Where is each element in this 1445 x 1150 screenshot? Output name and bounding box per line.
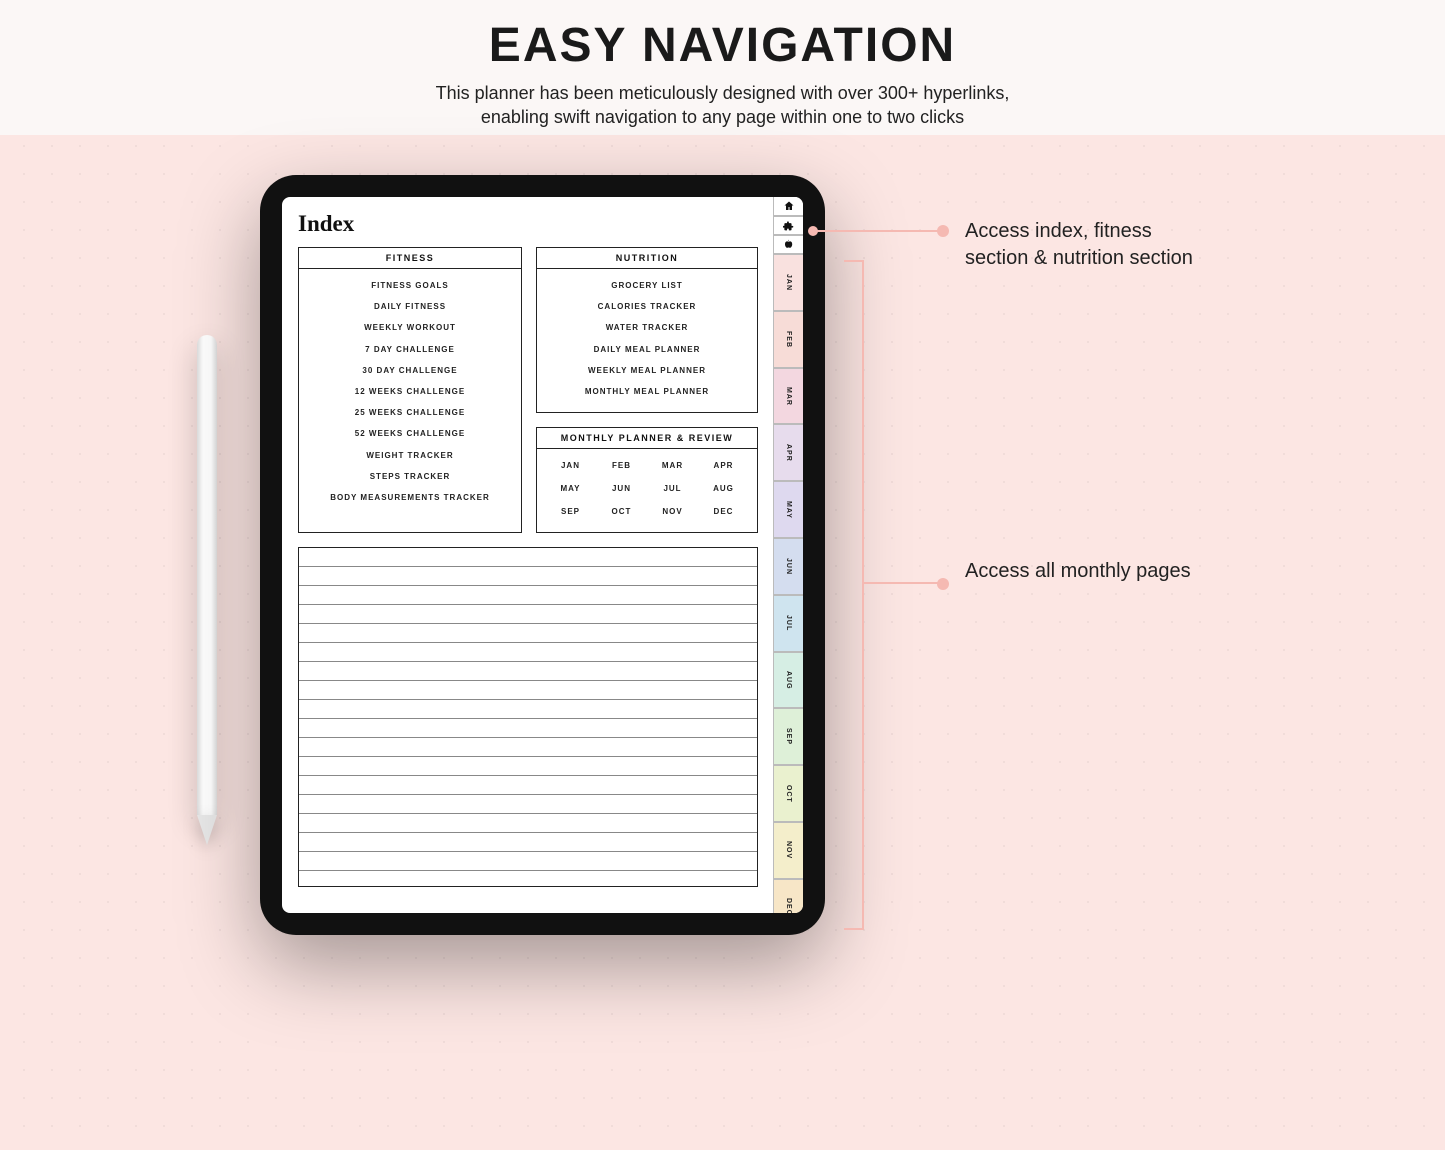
month-link[interactable]: JAN [545, 457, 596, 474]
callout-line-top [813, 230, 939, 232]
month-tab-jul[interactable]: JUL [773, 595, 803, 652]
puzzle-icon[interactable] [773, 216, 803, 235]
months-grid: JANFEBMARAPR MAYJUNJULAUG SEPOCTNOVDEC [537, 449, 757, 532]
nutrition-list: GROCERY LISTCALORIES TRACKERWATER TRACKE… [537, 269, 757, 412]
monthly-box: MONTHLY PLANNER & REVIEW JANFEBMARAPR MAY… [536, 427, 758, 533]
month-link[interactable]: OCT [596, 503, 647, 520]
fitness-link[interactable]: 25 WEEKS CHALLENGE [303, 402, 517, 423]
month-tab-mar[interactable]: MAR [773, 368, 803, 425]
month-link[interactable]: JUN [596, 480, 647, 497]
month-tab-dec[interactable]: DEC [773, 879, 803, 913]
nutrition-link[interactable]: WATER TRACKER [541, 317, 753, 338]
subtitle: This planner has been meticulously desig… [0, 81, 1445, 130]
nutrition-link[interactable]: CALORIES TRACKER [541, 296, 753, 317]
callout-dot-icon [937, 578, 949, 590]
tablet-frame: Index FITNESS FITNESS GOALSDAILY FITNESS… [260, 175, 825, 935]
header-strip: EASY NAVIGATION This planner has been me… [0, 0, 1445, 135]
month-link[interactable]: DEC [698, 503, 749, 520]
nutrition-link[interactable]: WEEKLY MEAL PLANNER [541, 360, 753, 381]
monthly-heading: MONTHLY PLANNER & REVIEW [537, 428, 757, 449]
fitness-link[interactable]: BODY MEASUREMENTS TRACKER [303, 487, 517, 508]
month-tab-nov[interactable]: NOV [773, 822, 803, 879]
month-tab-oct[interactable]: OCT [773, 765, 803, 822]
stylus-body [197, 335, 217, 815]
apple-icon[interactable] [773, 235, 803, 254]
fitness-list: FITNESS GOALSDAILY FITNESSWEEKLY WORKOUT… [299, 269, 521, 518]
month-tab-apr[interactable]: APR [773, 424, 803, 481]
month-link[interactable]: APR [698, 457, 749, 474]
month-link[interactable]: AUG [698, 480, 749, 497]
fitness-link[interactable]: 30 DAY CHALLENGE [303, 360, 517, 381]
callout-bottom: Access all monthly pages [965, 558, 1205, 585]
month-link[interactable]: NOV [647, 503, 698, 520]
main-title: EASY NAVIGATION [0, 18, 1445, 73]
month-tab-jun[interactable]: JUN [773, 538, 803, 595]
stylus-tip [197, 815, 217, 845]
month-tab-sep[interactable]: SEP [773, 708, 803, 765]
nutrition-heading: NUTRITION [537, 248, 757, 269]
fitness-link[interactable]: DAILY FITNESS [303, 296, 517, 317]
index-page: Index FITNESS FITNESS GOALSDAILY FITNESS… [282, 197, 772, 913]
side-tabs: JANFEBMARAPRMAYJUNJULAUGSEPOCTNOVDEC [773, 197, 803, 913]
nutrition-link[interactable]: GROCERY LIST [541, 275, 753, 296]
nutrition-link[interactable]: MONTHLY MEAL PLANNER [541, 381, 753, 402]
subtitle-line2: enabling swift navigation to any page wi… [481, 107, 964, 127]
month-link[interactable]: JUL [647, 480, 698, 497]
month-link[interactable]: FEB [596, 457, 647, 474]
nutrition-box: NUTRITION GROCERY LISTCALORIES TRACKERWA… [536, 247, 758, 413]
month-tab-feb[interactable]: FEB [773, 311, 803, 368]
fitness-link[interactable]: WEEKLY WORKOUT [303, 317, 517, 338]
stylus [197, 335, 217, 865]
fitness-link[interactable]: STEPS TRACKER [303, 466, 517, 487]
home-icon[interactable] [773, 197, 803, 216]
subtitle-line1: This planner has been meticulously desig… [436, 83, 1010, 103]
fitness-heading: FITNESS [299, 248, 521, 269]
callout-bottom-text: Access all monthly pages [965, 560, 1191, 582]
month-link[interactable]: SEP [545, 503, 596, 520]
fitness-link[interactable]: 52 WEEKS CHALLENGE [303, 423, 517, 444]
fitness-box: FITNESS FITNESS GOALSDAILY FITNESSWEEKLY… [298, 247, 522, 533]
fitness-link[interactable]: FITNESS GOALS [303, 275, 517, 296]
page-title: Index [298, 211, 758, 237]
month-link[interactable]: MAR [647, 457, 698, 474]
callout-top: Access index, fitness section & nutritio… [965, 218, 1205, 272]
fitness-link[interactable]: 12 WEEKS CHALLENGE [303, 381, 517, 402]
tablet-screen: Index FITNESS FITNESS GOALSDAILY FITNESS… [282, 197, 803, 913]
callout-top-text: Access index, fitness section & nutritio… [965, 220, 1193, 269]
month-bracket [862, 260, 864, 930]
month-tab-jan[interactable]: JAN [773, 254, 803, 311]
notes-area[interactable] [298, 547, 758, 887]
nutrition-link[interactable]: DAILY MEAL PLANNER [541, 339, 753, 360]
fitness-link[interactable]: WEIGHT TRACKER [303, 445, 517, 466]
stage: Index FITNESS FITNESS GOALSDAILY FITNESS… [0, 135, 1445, 1150]
fitness-link[interactable]: 7 DAY CHALLENGE [303, 339, 517, 360]
month-tab-aug[interactable]: AUG [773, 652, 803, 709]
callout-line-bottom [862, 582, 939, 584]
month-link[interactable]: MAY [545, 480, 596, 497]
callout-dot-icon [937, 225, 949, 237]
month-tab-may[interactable]: MAY [773, 481, 803, 538]
